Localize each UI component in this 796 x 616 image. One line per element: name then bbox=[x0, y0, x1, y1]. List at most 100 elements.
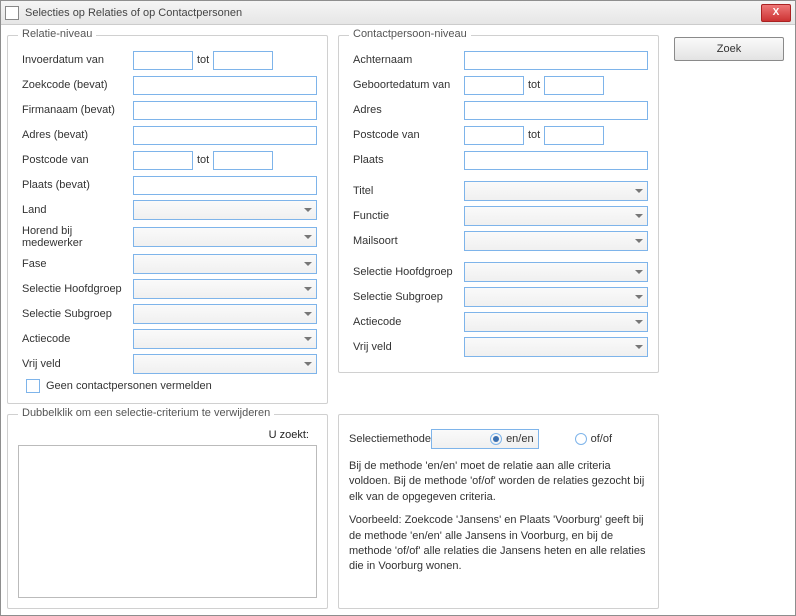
label-tot: tot bbox=[197, 54, 209, 66]
selection-window: Selecties op Relaties of op Contactperso… bbox=[0, 0, 796, 616]
label-geboortedatum: Geboortedatum van bbox=[349, 79, 464, 91]
geboortedatum-van-input[interactable] bbox=[464, 76, 524, 95]
chevron-down-icon bbox=[635, 345, 643, 349]
geen-contact-label: Geen contactpersonen vermelden bbox=[46, 380, 212, 392]
label-fase: Fase bbox=[18, 258, 133, 270]
plaats-contact-input[interactable] bbox=[464, 151, 648, 170]
zoekcode-input[interactable] bbox=[133, 76, 317, 95]
relatie-group: Relatie-niveau Invoerdatum vantot Zoekco… bbox=[7, 35, 328, 404]
subgroep-r-select[interactable] bbox=[133, 304, 317, 324]
adres-contact-input[interactable] bbox=[464, 101, 648, 120]
label-mailsoort: Mailsoort bbox=[349, 235, 464, 247]
postcode-van-r-input[interactable] bbox=[133, 151, 193, 170]
method-desc-2: Voorbeeld: Zoekcode 'Jansens' en Plaats … bbox=[349, 513, 648, 575]
label-zoekcode: Zoekcode (bevat) bbox=[18, 79, 133, 91]
method-label: Selectiemethode bbox=[349, 433, 431, 445]
remove-group: Dubbelklik om een selectie-criterium te … bbox=[7, 414, 328, 609]
label-invoerdatum: Invoerdatum van bbox=[18, 54, 133, 66]
geen-contact-row[interactable]: Geen contactpersonen vermelden bbox=[18, 379, 317, 393]
fase-select[interactable] bbox=[133, 254, 317, 274]
label-hoofdgroep-r: Selectie Hoofdgroep bbox=[18, 283, 133, 295]
hoofdgroep-r-select[interactable] bbox=[133, 279, 317, 299]
achternaam-input[interactable] bbox=[464, 51, 648, 70]
window-title: Selecties op Relaties of op Contactperso… bbox=[25, 7, 761, 19]
geboortedatum-tot-input[interactable] bbox=[544, 76, 604, 95]
firmanaam-input[interactable] bbox=[133, 101, 317, 120]
criteria-listbox[interactable] bbox=[18, 445, 317, 598]
remove-legend: Dubbelklik om een selectie-criterium te … bbox=[18, 407, 274, 419]
label-titel: Titel bbox=[349, 185, 464, 197]
plaats-relatie-input[interactable] bbox=[133, 176, 317, 195]
contact-group: Contactpersoon-niveau Achternaam Geboort… bbox=[338, 35, 659, 373]
invoerdatum-van-input[interactable] bbox=[133, 51, 193, 70]
postcode-van-c-input[interactable] bbox=[464, 126, 524, 145]
label-actiecode-r: Actiecode bbox=[18, 333, 133, 345]
chevron-down-icon bbox=[304, 287, 312, 291]
label-subgroep-r: Selectie Subgroep bbox=[18, 308, 133, 320]
chevron-down-icon bbox=[304, 362, 312, 366]
vrijveld-c-select[interactable] bbox=[464, 337, 648, 357]
label-hoofdgroep-c: Selectie Hoofdgroep bbox=[349, 266, 464, 278]
chevron-down-icon bbox=[635, 320, 643, 324]
zoek-button[interactable]: Zoek bbox=[674, 37, 784, 61]
label-plaats-r: Plaats (bevat) bbox=[18, 179, 133, 191]
radio-enen-label: en/en bbox=[506, 433, 534, 445]
close-button[interactable]: X bbox=[761, 4, 791, 22]
vrijveld-r-select[interactable] bbox=[133, 354, 317, 374]
radio-ofof[interactable]: of/of bbox=[575, 433, 612, 445]
chevron-down-icon bbox=[635, 295, 643, 299]
close-icon: X bbox=[773, 7, 780, 18]
label-postcode-c: Postcode van bbox=[349, 129, 464, 141]
hoofdgroep-c-select[interactable] bbox=[464, 262, 648, 282]
titel-select[interactable] bbox=[464, 181, 648, 201]
chevron-down-icon bbox=[635, 189, 643, 193]
medewerker-select[interactable] bbox=[133, 227, 317, 247]
chevron-down-icon bbox=[635, 270, 643, 274]
window-icon bbox=[5, 6, 19, 20]
invoerdatum-tot-input[interactable] bbox=[213, 51, 273, 70]
content-area: Relatie-niveau Invoerdatum van tot Zoekco… bbox=[1, 25, 795, 615]
uzoekt-label: U zoekt: bbox=[269, 429, 309, 441]
land-select[interactable] bbox=[133, 200, 317, 220]
relatie-legend: Relatie-niveau bbox=[18, 28, 96, 40]
label-adres-c: Adres bbox=[349, 104, 464, 116]
label-achternaam: Achternaam bbox=[349, 54, 464, 66]
geen-contact-checkbox[interactable] bbox=[26, 379, 40, 393]
label-adres-r: Adres (bevat) bbox=[18, 129, 133, 141]
adres-relatie-input[interactable] bbox=[133, 126, 317, 145]
titlebar: Selecties op Relaties of op Contactperso… bbox=[1, 1, 795, 25]
method-description: Bij de methode 'en/en' moet de relatie a… bbox=[349, 459, 648, 575]
label-firmanaam: Firmanaam (bevat) bbox=[18, 104, 133, 116]
subgroep-c-select[interactable] bbox=[464, 287, 648, 307]
radio-enen[interactable]: en/en bbox=[431, 429, 539, 449]
chevron-down-icon bbox=[304, 337, 312, 341]
chevron-down-icon bbox=[304, 235, 312, 239]
label-functie: Functie bbox=[349, 210, 464, 222]
postcode-tot-r-input[interactable] bbox=[213, 151, 273, 170]
label-land: Land bbox=[18, 204, 133, 216]
label-actiecode-c: Actiecode bbox=[349, 316, 464, 328]
method-desc-1: Bij de methode 'en/en' moet de relatie a… bbox=[349, 459, 648, 505]
label-tot-r2: tot bbox=[197, 154, 209, 166]
label-vrijveld-r: Vrij veld bbox=[18, 358, 133, 370]
zoek-label: Zoek bbox=[717, 43, 741, 55]
label-vrijveld-c: Vrij veld bbox=[349, 341, 464, 353]
postcode-tot-c-input[interactable] bbox=[544, 126, 604, 145]
mailsoort-select[interactable] bbox=[464, 231, 648, 251]
label-postcode-r: Postcode van bbox=[18, 154, 133, 166]
chevron-down-icon bbox=[635, 239, 643, 243]
actiecode-r-select[interactable] bbox=[133, 329, 317, 349]
actiecode-c-select[interactable] bbox=[464, 312, 648, 332]
label-medewerker: Horend bij medewerker bbox=[18, 225, 133, 249]
chevron-down-icon bbox=[304, 208, 312, 212]
chevron-down-icon bbox=[635, 214, 643, 218]
method-group: Selectiemethode en/en of/of Bij de metho… bbox=[338, 414, 659, 609]
label-subgroep-c: Selectie Subgroep bbox=[349, 291, 464, 303]
contact-legend: Contactpersoon-niveau bbox=[349, 28, 471, 40]
radio-ofof-label: of/of bbox=[591, 433, 612, 445]
chevron-down-icon bbox=[304, 262, 312, 266]
functie-select[interactable] bbox=[464, 206, 648, 226]
label-tot-c: tot bbox=[528, 79, 540, 91]
label-plaats-c: Plaats bbox=[349, 154, 464, 166]
chevron-down-icon bbox=[304, 312, 312, 316]
